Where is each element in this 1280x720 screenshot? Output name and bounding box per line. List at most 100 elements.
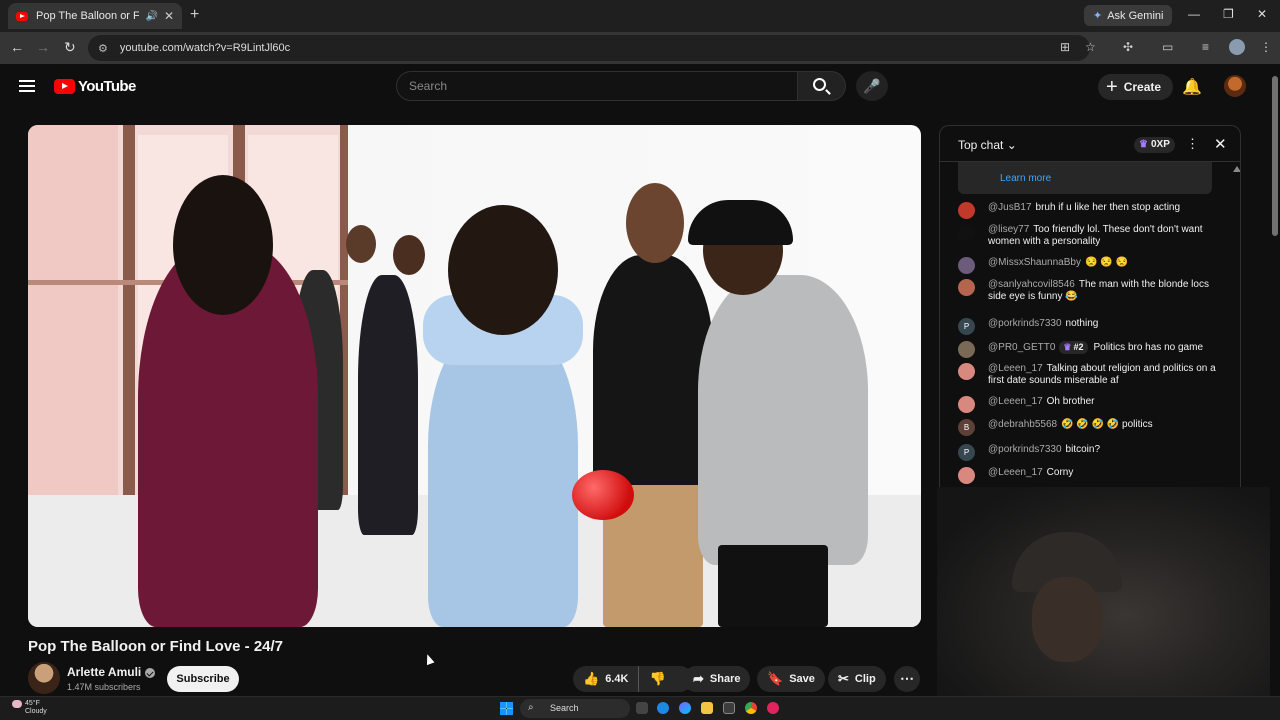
chat-mode-dropdown[interactable]: Top chat ⌄ — [958, 138, 1017, 152]
chat-author-avatar[interactable] — [958, 224, 975, 241]
learn-more-link[interactable]: Learn more — [958, 162, 1212, 194]
chat-author-avatar[interactable] — [958, 257, 975, 274]
scrollbar-thumb[interactable] — [1272, 76, 1278, 236]
menu-icon[interactable] — [19, 80, 35, 92]
ask-gemini-button[interactable]: ✦ Ask Gemini — [1084, 5, 1173, 26]
speaker-icon[interactable]: 🔊 — [145, 11, 157, 22]
chat-scroll-up-icon[interactable] — [1233, 166, 1240, 172]
new-tab-button[interactable]: + — [190, 6, 199, 24]
page-scrollbar[interactable] — [1270, 66, 1280, 720]
weather-condition: Cloudy — [25, 708, 47, 715]
share-button[interactable]: ➦ Share — [683, 666, 751, 692]
channel-name[interactable]: Arlette Amuli — [67, 665, 156, 679]
search-button[interactable] — [798, 71, 846, 101]
chat-author-avatar[interactable]: B — [958, 419, 975, 436]
red-balloon — [572, 470, 634, 520]
chat-message-text: 😒 😒 😒 — [1084, 257, 1128, 268]
chat-message[interactable]: P @porkrinds7330 nothing — [958, 318, 1218, 335]
account-avatar[interactable] — [1224, 75, 1246, 97]
file-explorer-icon[interactable] — [701, 702, 713, 714]
install-app-icon[interactable]: ⊞ — [1060, 40, 1070, 54]
save-button[interactable]: 🔖 Save — [757, 666, 825, 692]
channel-name-text: Arlette Amuli — [67, 665, 142, 679]
chat-menu-icon[interactable]: ⋮ — [1186, 136, 1199, 152]
chat-message[interactable]: @Leeen_17 Oh brother — [958, 396, 1218, 413]
browser-profile-avatar[interactable] — [1229, 39, 1245, 55]
like-button[interactable]: 👍 6.4K — [573, 666, 640, 692]
chat-author-name[interactable]: @porkrinds7330 — [988, 318, 1062, 329]
reload-icon[interactable]: ↻ — [64, 39, 76, 56]
chat-author-avatar[interactable] — [958, 396, 975, 413]
xp-badge[interactable]: ♛ 0XP — [1134, 137, 1175, 153]
address-bar[interactable]: ⚙ youtube.com/watch?v=R9LintJl60c — [88, 35, 1090, 61]
chat-author-avatar[interactable]: P — [958, 318, 975, 335]
chat-message[interactable]: @PR0_GETT0 ♛ #2 Politics bro has no game — [958, 341, 1218, 358]
share-label: Share — [709, 673, 741, 685]
clip-button[interactable]: ✂ Clip — [828, 666, 886, 692]
chat-author-avatar[interactable] — [958, 279, 975, 296]
chat-message[interactable]: @Leeen_17 Corny — [958, 467, 1218, 484]
chat-author-avatar[interactable] — [958, 363, 975, 380]
task-view-icon[interactable] — [636, 702, 648, 714]
chat-author-avatar[interactable] — [958, 341, 975, 358]
extensions-icon[interactable]: ✣ — [1123, 40, 1133, 54]
site-info-icon[interactable]: ⚙ — [98, 42, 108, 55]
chat-author-name[interactable]: @porkrinds7330 — [988, 444, 1062, 455]
close-tab-icon[interactable]: ✕ — [164, 9, 174, 23]
chat-message[interactable]: @Leeen_17 Talking about religion and poli… — [958, 363, 1218, 387]
forward-icon[interactable]: → — [36, 39, 50, 55]
cast-icon[interactable]: ▭ — [1162, 40, 1173, 54]
person-figure — [698, 275, 868, 565]
back-icon[interactable]: ← — [10, 39, 24, 55]
chat-author-name[interactable]: @lisey77 — [988, 224, 1029, 235]
weather-widget[interactable]: 45°F Cloudy — [12, 700, 47, 716]
chat-message-text: Politics bro has no game — [1093, 342, 1204, 353]
youtube-logo[interactable]: YouTube — [54, 78, 136, 95]
search-input[interactable]: Search — [396, 71, 798, 101]
windows-start-icon[interactable] — [500, 702, 513, 715]
thumbs-up-icon: 👍 — [583, 671, 600, 686]
chat-message[interactable]: B @debrahb5568 🤣 🤣 🤣 🤣 politics — [958, 419, 1218, 436]
chat-message[interactable]: P @porkrinds7330 bitcoin? — [958, 444, 1218, 461]
channel-avatar[interactable] — [28, 662, 60, 694]
chat-author-name[interactable]: @Leeen_17 — [988, 467, 1043, 478]
chat-message[interactable]: @lisey77 Too friendly lol. These don't do… — [958, 224, 1218, 248]
browser-tab[interactable]: Pop The Balloon or Find Love - 24/7 🔊 ✕ — [8, 3, 182, 29]
windows-taskbar: 45°F Cloudy ⌕ Search — [0, 696, 1280, 720]
chat-author-avatar[interactable] — [958, 202, 975, 219]
edge-browser-icon[interactable] — [657, 702, 669, 714]
more-actions-button[interactable]: ⋯ — [894, 666, 920, 692]
chat-author-name[interactable]: @sanlyahcovil8546 — [988, 279, 1075, 290]
chat-message[interactable]: @sanlyahcovil8546 The man with the blonde… — [958, 279, 1218, 303]
chat-message[interactable]: @JusB17 bruh if u like her then stop acti… — [958, 202, 1218, 219]
maximize-icon[interactable]: ❐ — [1223, 7, 1234, 21]
chat-author-name[interactable]: @Leeen_17 — [988, 363, 1043, 374]
chrome-icon[interactable] — [745, 702, 757, 714]
video-player[interactable] — [28, 125, 921, 627]
copilot-icon[interactable] — [679, 702, 691, 714]
subscribe-button[interactable]: Subscribe — [167, 666, 239, 692]
chat-message[interactable]: @MissxShaunnaBby 😒 😒 😒 — [958, 257, 1218, 274]
reading-list-icon[interactable]: ≡ — [1202, 40, 1209, 54]
chat-author-name[interactable]: @debrahb5568 — [988, 419, 1057, 430]
chat-author-name[interactable]: @JusB17 — [988, 202, 1032, 213]
store-icon[interactable] — [723, 702, 735, 714]
notifications-bell-icon[interactable]: 🔔 — [1182, 77, 1202, 97]
webcam-overlay — [937, 487, 1280, 720]
browser-menu-icon[interactable]: ⋮ — [1260, 40, 1272, 54]
chat-author-name[interactable]: @PR0_GETT0 — [988, 342, 1055, 353]
close-window-icon[interactable]: ✕ — [1257, 7, 1267, 21]
voice-search-button[interactable]: 🎤 — [856, 71, 888, 101]
bookmark-star-icon[interactable]: ☆ — [1085, 40, 1096, 54]
address-bar-row: ← → ↻ ⚙ youtube.com/watch?v=R9LintJl60c … — [0, 32, 1280, 64]
chat-author-avatar[interactable]: P — [958, 444, 975, 461]
dislike-button[interactable]: 👎 — [639, 671, 675, 687]
close-chat-icon[interactable]: ✕ — [1214, 135, 1227, 153]
create-button[interactable]: + Create — [1098, 74, 1174, 100]
app-icon[interactable] — [767, 702, 779, 714]
chat-author-name[interactable]: @Leeen_17 — [988, 396, 1043, 407]
minimize-icon[interactable]: — — [1188, 7, 1200, 21]
chat-author-name[interactable]: @MissxShaunnaBby — [988, 257, 1081, 268]
chat-author-avatar[interactable] — [958, 467, 975, 484]
taskbar-search[interactable]: ⌕ Search — [520, 699, 630, 718]
